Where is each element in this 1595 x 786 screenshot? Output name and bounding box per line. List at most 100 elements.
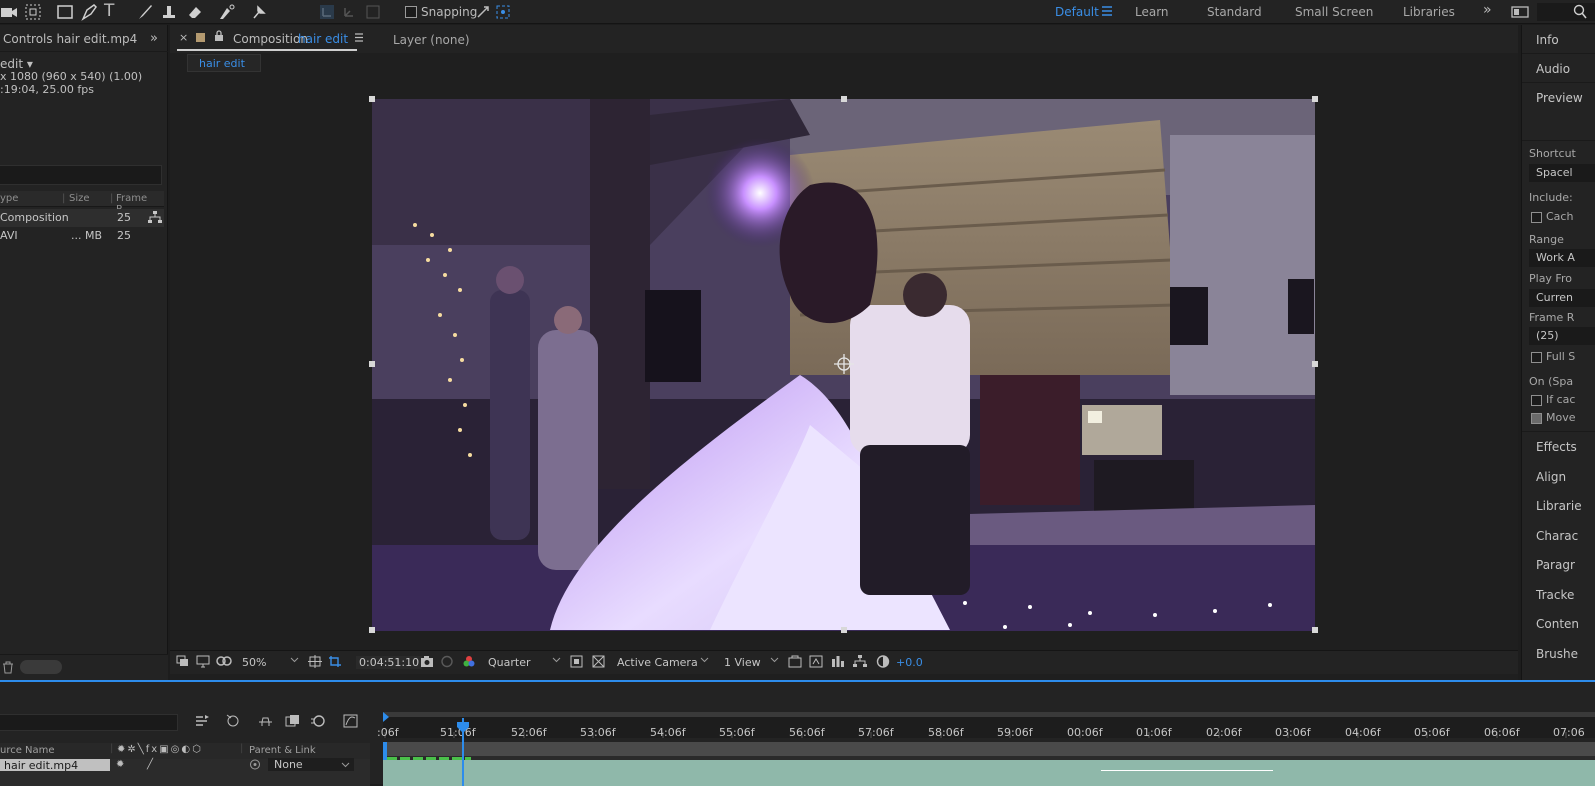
region-of-interest-icon[interactable] [328,655,342,668]
puppet-pin-tool-icon[interactable] [250,3,268,21]
project-item-footage[interactable]: AVI ... MB 25 [0,227,164,245]
always-preview-icon[interactable] [176,655,189,668]
show-snapshot-icon[interactable] [440,655,454,668]
exposure-value[interactable]: +0.0 [896,656,923,669]
play-from-dropdown[interactable]: Curren [1529,289,1595,307]
workspace-standard[interactable]: Standard [1207,5,1262,19]
comp-navigator-tab[interactable]: hair edit [187,54,261,72]
panel-brushes[interactable]: Brushe [1536,647,1578,661]
effect-controls-tab[interactable]: Controls hair edit.mp4 [3,32,137,46]
snapping-checkbox[interactable] [405,6,417,18]
lock-icon[interactable] [214,30,224,41]
clone-stamp-tool-icon[interactable] [160,3,178,21]
more-workspaces-icon[interactable]: » [1483,2,1501,20]
shortcut-dropdown[interactable]: Spacel [1529,164,1595,182]
motion-blur-icon[interactable] [310,714,325,728]
workspace-libraries[interactable]: Libraries [1403,5,1455,19]
panel-audio[interactable]: Audio [1536,62,1570,76]
timeline-search-input[interactable] [0,714,178,731]
thumbnail-size-slider[interactable] [20,660,62,674]
label-color-swatch[interactable] [196,33,205,42]
panel-align[interactable]: Align [1536,470,1566,484]
mask-visibility-icon[interactable] [216,655,232,668]
graph-editor-icon[interactable] [343,714,358,728]
panel-character[interactable]: Charac [1536,529,1578,543]
resolution-dropdown[interactable]: Quarter [488,656,531,669]
current-time-display[interactable]: 0:04:51:10 [356,656,423,669]
workspace-menu-icon[interactable] [1100,4,1118,22]
layer-name[interactable]: hair edit.mp4 [4,759,78,772]
rectangle-tool-icon[interactable] [56,3,74,21]
toggle-pixel-aspect-icon[interactable] [788,655,802,668]
view-layout-dropdown[interactable]: 1 View [724,656,761,669]
type-tool-icon[interactable]: T [104,1,122,21]
playhead-handle-icon[interactable] [456,722,470,734]
fast-previews-icon[interactable] [570,655,583,668]
layer-tab[interactable]: Layer (none) [393,33,470,47]
chevron-down-icon[interactable] [290,655,299,664]
transparency-grid-icon[interactable] [592,655,605,668]
panel-preview[interactable]: Preview [1536,91,1583,105]
draft-3d-icon[interactable] [225,713,241,728]
composition-flowchart-icon[interactable] [853,655,867,668]
chevron-down-icon[interactable] [770,655,779,664]
color-channels-icon[interactable] [462,655,476,668]
frame-rate-dropdown[interactable]: (25) [1529,327,1595,345]
trash-icon[interactable] [2,661,14,674]
panel-tracker[interactable]: Tracke [1536,588,1574,602]
workspace-small-screen[interactable]: Small Screen [1295,5,1373,19]
close-tab-icon[interactable]: × [179,31,188,44]
panel-effects[interactable]: Effects [1536,440,1577,454]
layer-duration-bar[interactable] [383,760,1595,786]
chevron-down-icon[interactable] [552,655,561,664]
composition-tab[interactable]: × Composition hair edit [177,27,363,51]
local-axis-mode-icon[interactable] [318,3,336,21]
frame-blending-icon[interactable] [285,714,300,728]
timeline-link-icon[interactable] [831,655,845,668]
project-item-composition[interactable]: Composition 25 [0,209,164,227]
workspace-learn[interactable]: Learn [1135,5,1169,19]
tab-menu-icon[interactable] [354,32,364,43]
eraser-tool-icon[interactable] [186,3,204,21]
camera-view-dropdown[interactable]: Active Camera [617,656,698,669]
project-search-input[interactable] [0,165,162,185]
layer-row[interactable]: hair edit.mp4 ✹ ╱ None [0,758,370,786]
panel-info[interactable]: Info [1536,33,1559,47]
workspace-default[interactable]: Default [1055,5,1099,19]
work-area-bar[interactable] [383,742,1595,756]
pan-behind-tool-icon[interactable] [24,3,42,21]
cache-checkbox[interactable] [1531,212,1542,223]
panel-paragraph[interactable]: Paragr [1536,558,1575,572]
chevron-down-icon[interactable] [700,655,709,664]
help-search-field[interactable] [1537,3,1595,21]
snap-features-icon[interactable] [494,3,512,21]
col-source-name[interactable]: urce Name [0,745,55,756]
fit-icon[interactable] [308,655,322,668]
shy-layers-icon[interactable] [258,714,273,728]
fast-preview-render-icon[interactable] [809,655,823,668]
panel-content-aware[interactable]: Conten [1536,617,1579,631]
reset-exposure-icon[interactable] [876,655,890,668]
panel-overflow-icon[interactable]: » [150,31,158,46]
camera-tool-icon[interactable] [0,3,18,21]
comp-name-dropdown[interactable]: edit ▾ [0,57,33,71]
switches-icons[interactable]: ✹✲╲fx▣◎◐⬡ [117,744,203,755]
roto-brush-tool-icon[interactable] [218,3,236,21]
quality-switch-icon[interactable]: ╱ [147,759,153,770]
if-caching-checkbox[interactable] [1531,395,1542,406]
move-time-checkbox[interactable] [1531,413,1542,424]
view-axis-mode-icon[interactable] [364,3,382,21]
pick-whip-icon[interactable] [249,759,261,770]
brush-tool-icon[interactable] [136,3,154,21]
flowchart-icon[interactable] [148,211,162,224]
col-type[interactable]: ype [0,193,18,204]
monitor-icon[interactable] [196,655,210,668]
col-size[interactable]: Size [69,193,90,204]
pen-tool-icon[interactable] [80,3,98,21]
chevron-down-icon[interactable] [341,760,350,769]
range-dropdown[interactable]: Work A [1529,249,1595,267]
timeline-track-area[interactable] [383,742,1595,786]
col-parent-link[interactable]: Parent & Link [249,745,316,756]
zoom-dropdown[interactable]: 50% [242,656,266,669]
snap-edges-icon[interactable] [474,3,492,21]
